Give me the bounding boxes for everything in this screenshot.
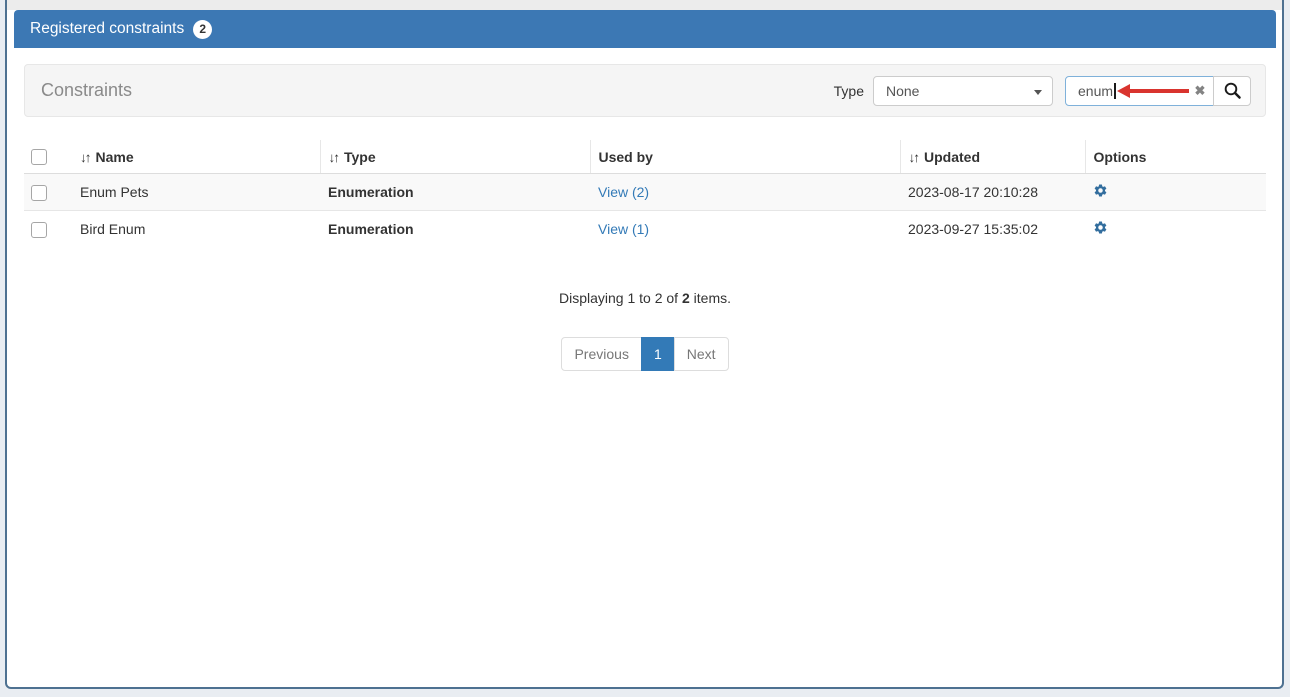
count-badge: 2 xyxy=(193,20,212,39)
pagination: Previous 1 Next xyxy=(24,337,1266,371)
column-header-updated[interactable]: ↓↑Updated xyxy=(900,140,1085,174)
cell-name: Enum Pets xyxy=(72,174,320,211)
cell-type: Enumeration xyxy=(320,174,590,211)
column-header-type[interactable]: ↓↑Type xyxy=(320,140,590,174)
page-title: Registered constraints xyxy=(30,20,184,38)
items-total: 2 xyxy=(682,290,690,306)
clear-search-icon[interactable]: ✖ xyxy=(1191,76,1209,106)
chevron-down-icon xyxy=(1034,90,1042,95)
search-icon xyxy=(1223,81,1242,100)
panel-header: Registered constraints 2 xyxy=(14,10,1276,48)
text-cursor xyxy=(1114,83,1116,99)
section-title: Constraints xyxy=(41,80,834,101)
page-1-button[interactable]: 1 xyxy=(641,337,675,371)
cell-type: Enumeration xyxy=(320,211,590,248)
column-header-name[interactable]: ↓↑Name xyxy=(72,140,320,174)
next-page-button[interactable]: Next xyxy=(674,337,729,371)
cell-name: Bird Enum xyxy=(72,211,320,248)
type-select-value: None xyxy=(886,83,919,99)
constraints-table: ↓↑Name ↓↑Type Used by ↓↑Updated Options … xyxy=(24,140,1266,247)
gear-icon xyxy=(1093,223,1108,238)
sort-icon: ↓↑ xyxy=(329,150,339,165)
sort-icon: ↓↑ xyxy=(909,150,919,165)
used-by-link[interactable]: View (2) xyxy=(598,184,649,200)
cell-updated: 2023-09-27 15:35:02 xyxy=(900,211,1085,248)
select-all-checkbox[interactable] xyxy=(31,149,47,165)
window-top-strip xyxy=(7,0,1282,10)
options-button[interactable] xyxy=(1093,220,1108,235)
used-by-link[interactable]: View (1) xyxy=(598,221,649,237)
filter-toolbar: Constraints Type None ✖ xyxy=(24,64,1266,117)
items-summary: Displaying 1 to 2 of 2 items. xyxy=(24,290,1266,306)
table-row: Bird Enum Enumeration View (1) 2023-09-2… xyxy=(24,211,1266,248)
table-header-row: ↓↑Name ↓↑Type Used by ↓↑Updated Options xyxy=(24,140,1266,174)
type-select[interactable]: None xyxy=(873,76,1053,106)
row-checkbox[interactable] xyxy=(31,222,47,238)
table-row: Enum Pets Enumeration View (2) 2023-08-1… xyxy=(24,174,1266,211)
column-header-options: Options xyxy=(1085,140,1266,174)
options-button[interactable] xyxy=(1093,183,1108,198)
search-button[interactable] xyxy=(1213,76,1251,106)
sort-icon: ↓↑ xyxy=(80,150,90,165)
search-group: ✖ xyxy=(1065,76,1251,106)
previous-page-button[interactable]: Previous xyxy=(561,337,641,371)
cell-updated: 2023-08-17 20:10:28 xyxy=(900,174,1085,211)
type-filter-label: Type xyxy=(834,83,864,99)
row-checkbox[interactable] xyxy=(31,185,47,201)
column-header-used-by: Used by xyxy=(590,140,900,174)
gear-icon xyxy=(1093,186,1108,201)
